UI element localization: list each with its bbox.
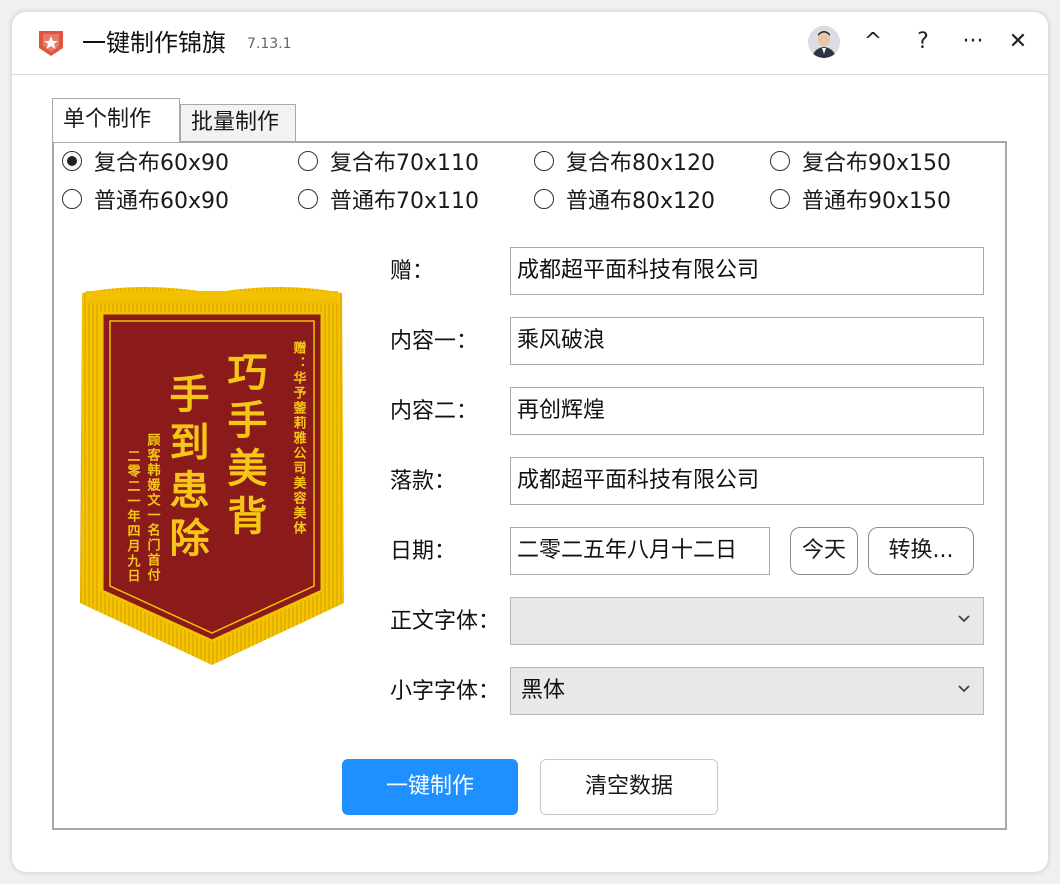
size-option-label: 普通布90x150 bbox=[802, 189, 952, 214]
more-button[interactable]: ··· bbox=[955, 24, 991, 60]
title-bar: 一键制作锦旗 7.13.1 ^ ? ··· ✕ bbox=[12, 12, 1048, 75]
signature-label: 落款： bbox=[390, 469, 457, 494]
make-button[interactable]: 一键制作 bbox=[342, 759, 518, 815]
size-option-plain-90x150[interactable]: 普通布90x150 bbox=[770, 181, 951, 217]
size-row-plain: 普通布60x90 普通布70x110 普通布80x120 普通布90x150 bbox=[54, 181, 1009, 217]
radio-icon bbox=[298, 189, 318, 209]
radio-icon bbox=[534, 151, 554, 171]
small-font-value: 黑体 bbox=[521, 678, 566, 703]
today-button[interactable]: 今天 bbox=[790, 527, 858, 575]
close-button[interactable]: ✕ bbox=[1000, 24, 1036, 60]
content2-input[interactable]: 再创辉煌 bbox=[510, 387, 984, 435]
content1-label: 内容一： bbox=[390, 329, 479, 354]
size-option-composite-90x150[interactable]: 复合布90x150 bbox=[770, 143, 951, 179]
convert-button[interactable]: 转换... bbox=[868, 527, 974, 575]
small-font-select[interactable]: 黑体 bbox=[510, 667, 984, 715]
content2-label: 内容二： bbox=[390, 399, 479, 424]
banner-recipient-text: 赠：华予蓥莉雅公司美容美体 bbox=[291, 340, 308, 536]
avatar-portrait-icon bbox=[808, 26, 840, 58]
size-option-label: 复合布80x120 bbox=[566, 151, 716, 176]
radio-icon bbox=[298, 151, 318, 171]
signature-input[interactable]: 成都超平面科技有限公司 bbox=[510, 457, 984, 505]
app-logo-icon bbox=[39, 31, 63, 56]
chevron-down-icon bbox=[958, 615, 970, 623]
radio-icon bbox=[770, 189, 790, 209]
clear-data-button[interactable]: 清空数据 bbox=[540, 759, 718, 815]
body-font-select[interactable] bbox=[510, 597, 984, 645]
user-avatar[interactable] bbox=[808, 26, 840, 58]
banner-main-line2: 手到患除 bbox=[163, 373, 210, 565]
size-option-label: 普通布80x120 bbox=[566, 189, 716, 214]
recipient-label: 赠： bbox=[390, 259, 435, 284]
size-option-label: 复合布60x90 bbox=[94, 151, 230, 176]
size-option-composite-60x90[interactable]: 复合布60x90 bbox=[62, 143, 229, 179]
banner-preview: 赠：华予蓥莉雅公司美容美体 巧手美背 手到患除 顾客韩媛文一名门首付 二零二一年… bbox=[72, 273, 352, 673]
size-option-plain-70x110[interactable]: 普通布70x110 bbox=[298, 181, 479, 217]
body-font-label: 正文字体： bbox=[390, 609, 501, 634]
app-title: 一键制作锦旗 bbox=[82, 29, 226, 57]
banner-date-text: 二零二一年四月九日 bbox=[125, 449, 142, 584]
size-option-plain-80x120[interactable]: 普通布80x120 bbox=[534, 181, 715, 217]
small-font-label: 小字字体： bbox=[390, 679, 501, 704]
size-option-label: 复合布90x150 bbox=[802, 151, 952, 176]
recipient-input[interactable]: 成都超平面科技有限公司 bbox=[510, 247, 984, 295]
size-option-composite-70x110[interactable]: 复合布70x110 bbox=[298, 143, 479, 179]
size-row-composite: 复合布60x90 复合布70x110 复合布80x120 复合布90x150 bbox=[54, 143, 1009, 179]
single-make-panel: 复合布60x90 复合布70x110 复合布80x120 复合布90x150 普… bbox=[52, 141, 1007, 830]
size-option-label: 普通布70x110 bbox=[330, 189, 480, 214]
app-version: 7.13.1 bbox=[247, 36, 292, 52]
tab-batch[interactable]: 批量制作 bbox=[180, 104, 296, 142]
radio-icon bbox=[534, 189, 554, 209]
content1-input[interactable]: 乘风破浪 bbox=[510, 317, 984, 365]
radio-icon bbox=[770, 151, 790, 171]
app-window: 一键制作锦旗 7.13.1 ^ ? ··· ✕ 单个制作 批量制作 复合布60x… bbox=[12, 12, 1048, 872]
tab-single[interactable]: 单个制作 bbox=[52, 98, 180, 142]
help-button[interactable]: ? bbox=[905, 24, 941, 60]
collapse-button[interactable]: ^ bbox=[855, 24, 891, 60]
size-option-label: 复合布70x110 bbox=[330, 151, 480, 176]
chevron-down-icon bbox=[958, 685, 970, 693]
size-option-label: 普通布60x90 bbox=[94, 189, 230, 214]
date-label: 日期： bbox=[390, 539, 457, 564]
banner-preview-image: 赠：华予蓥莉雅公司美容美体 巧手美背 手到患除 顾客韩媛文一名门首付 二零二一年… bbox=[80, 287, 344, 665]
banner-donor-text: 顾客韩媛文一名门首付 bbox=[145, 433, 162, 583]
size-option-plain-60x90[interactable]: 普通布60x90 bbox=[62, 181, 229, 217]
radio-selected-icon bbox=[62, 151, 82, 171]
radio-icon bbox=[62, 189, 82, 209]
size-option-composite-80x120[interactable]: 复合布80x120 bbox=[534, 143, 715, 179]
date-input[interactable]: 二零二五年八月十二日 bbox=[510, 527, 770, 575]
banner-main-line1: 巧手美背 bbox=[221, 351, 268, 543]
